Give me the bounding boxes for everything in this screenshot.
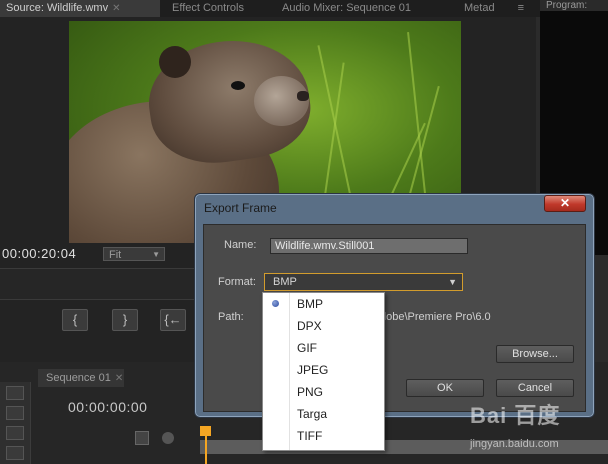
tab-sequence-label: Sequence 01: [46, 372, 111, 384]
name-label: Name:: [224, 239, 257, 251]
chevron-down-icon: ▼: [448, 277, 457, 287]
radio-selected-icon: [272, 300, 279, 307]
format-option-label: Targa: [297, 407, 328, 421]
format-option-label: PNG: [297, 385, 324, 399]
format-option-png[interactable]: PNG: [263, 381, 384, 403]
export-frame-dialog: Export Frame ✕ Name: Wildlife.wmv.Still0…: [194, 193, 595, 418]
format-option-jpeg[interactable]: JPEG: [263, 359, 384, 381]
ok-button[interactable]: OK: [406, 379, 484, 397]
marker-icon[interactable]: [162, 432, 174, 444]
chevron-down-icon: ▼: [152, 250, 160, 259]
tab-audio-mixer[interactable]: Audio Mixer: Sequence 01: [276, 0, 446, 17]
sequence-timecode[interactable]: 00:00:00:00: [68, 399, 147, 415]
tab-metadata[interactable]: Metad ≡: [458, 0, 528, 17]
close-icon[interactable]: ✕: [115, 373, 123, 384]
watermark-logo: Bai 百度: [470, 403, 561, 428]
source-timecode[interactable]: 00:00:20:04: [2, 246, 76, 261]
close-button[interactable]: ✕: [544, 195, 586, 212]
tab-sequence[interactable]: Sequence 01 ✕: [38, 369, 124, 387]
fit-select[interactable]: Fit ▼: [103, 247, 165, 261]
format-select[interactable]: BMP ▼: [264, 273, 463, 291]
tab-program[interactable]: Program:: [540, 0, 608, 11]
mark-out-button[interactable]: }: [112, 309, 138, 331]
format-option-label: TIFF: [297, 429, 323, 443]
razor-tool-icon[interactable]: [6, 446, 24, 460]
path-label: Path:: [218, 311, 244, 323]
playhead-line: [205, 426, 207, 464]
tab-effect-controls[interactable]: Effect Controls: [166, 0, 266, 17]
format-option-gif[interactable]: GIF: [263, 337, 384, 359]
dialog-body: Name: Wildlife.wmv.Still001 Format: BMP ▼…: [203, 224, 586, 412]
format-dropdown-list: BMP DPX GIF JPEG PNG Targa TIFF: [262, 292, 385, 451]
marmot-ear: [159, 46, 191, 78]
selection-tool-icon[interactable]: [6, 386, 24, 400]
track-select-tool-icon[interactable]: [6, 406, 24, 420]
format-option-targa[interactable]: Targa: [263, 403, 384, 425]
marmot-snout: [254, 76, 309, 126]
tab-metadata-label: Metad: [464, 2, 495, 14]
fit-select-label: Fit: [109, 249, 122, 261]
cancel-button[interactable]: Cancel: [496, 379, 574, 397]
path-value-tail: dobe\Premiere Pro\6.0: [380, 311, 491, 323]
dialog-title: Export Frame: [204, 201, 277, 215]
snap-icon[interactable]: [135, 431, 149, 445]
mark-in-button[interactable]: {: [62, 309, 88, 331]
format-option-label: DPX: [297, 319, 322, 333]
format-option-label: GIF: [297, 341, 317, 355]
marmot-nose: [297, 91, 309, 101]
browse-button[interactable]: Browse...: [496, 345, 574, 363]
format-select-value: BMP: [273, 276, 297, 288]
marmot-eye: [231, 81, 245, 90]
tab-effect-controls-label: Effect Controls: [172, 2, 244, 14]
format-option-dpx[interactable]: DPX: [263, 315, 384, 337]
ripple-edit-tool-icon[interactable]: [6, 426, 24, 440]
tab-audio-mixer-label: Audio Mixer: Sequence 01: [282, 2, 412, 14]
tools-panel: [0, 382, 31, 464]
format-label: Format:: [218, 276, 256, 288]
format-option-label: BMP: [297, 297, 324, 311]
tab-source[interactable]: Source: Wildlife.wmv ✕: [0, 0, 160, 17]
go-to-in-button[interactable]: {←: [160, 309, 186, 331]
format-option-label: JPEG: [297, 363, 329, 377]
close-icon[interactable]: ✕: [112, 3, 120, 14]
panel-menu-icon[interactable]: ≡: [518, 0, 524, 17]
format-option-tiff[interactable]: TIFF: [263, 425, 384, 447]
name-field[interactable]: Wildlife.wmv.Still001: [270, 238, 468, 254]
tab-source-label: Source: Wildlife.wmv: [6, 2, 109, 14]
watermark-url: jingyan.baidu.com: [470, 438, 559, 450]
format-option-bmp[interactable]: BMP: [263, 293, 384, 315]
